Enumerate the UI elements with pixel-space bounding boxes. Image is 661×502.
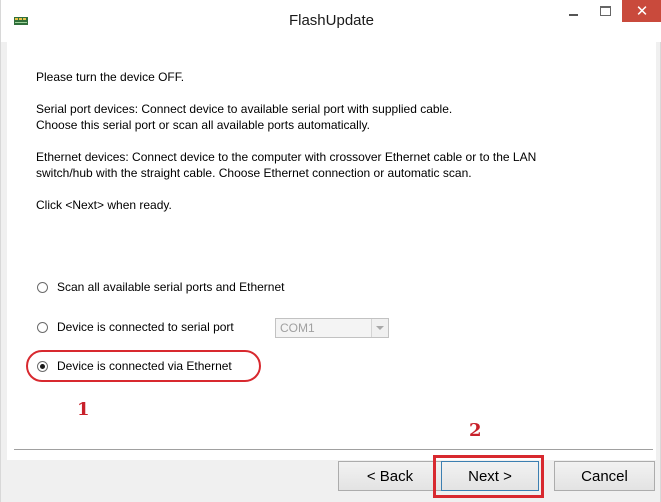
chevron-down-icon[interactable] — [371, 319, 388, 337]
option-serial-port[interactable]: Device is connected to serial port — [37, 318, 234, 336]
radio-scan-all[interactable] — [37, 281, 48, 293]
instruction-turn-off: Please turn the device OFF. — [36, 70, 185, 84]
annotation-step2-number: 2 — [469, 420, 482, 441]
annotation-rect-step2 — [433, 455, 544, 498]
radio-serial-port[interactable] — [37, 321, 48, 333]
option-scan-all[interactable]: Scan all available serial ports and Ethe… — [37, 278, 284, 296]
close-icon: ✕ — [635, 2, 649, 20]
annotation-step1-number: 1 — [77, 399, 90, 420]
option-serial-port-label: Device is connected to serial port — [57, 320, 234, 334]
instruction-ethernet-2: switch/hub with the straight cable. Choo… — [36, 166, 472, 180]
serial-port-select[interactable]: COM1 — [275, 318, 389, 338]
option-scan-all-label: Scan all available serial ports and Ethe… — [57, 280, 285, 294]
instruction-click-next: Click <Next> when ready. — [36, 198, 172, 212]
flashupdate-window: FlashUpdate ✕ Please turn the device OFF… — [0, 0, 661, 502]
minimize-button[interactable] — [559, 0, 589, 22]
cancel-button[interactable]: Cancel — [554, 461, 655, 491]
wizard-panel: Please turn the device OFF. Serial port … — [7, 42, 656, 460]
maximize-button[interactable] — [592, 0, 620, 22]
instruction-serial-2: Choose this serial port or scan all avai… — [36, 118, 370, 132]
instruction-ethernet-1: Ethernet devices: Connect device to the … — [36, 150, 537, 164]
close-button[interactable]: ✕ — [622, 0, 661, 22]
annotation-ellipse-step1 — [26, 350, 261, 382]
back-button[interactable]: < Back — [338, 461, 442, 491]
serial-port-value: COM1 — [280, 321, 315, 335]
instruction-serial-1: Serial port devices: Connect device to a… — [36, 102, 453, 116]
button-separator — [14, 449, 653, 451]
title-bar[interactable]: FlashUpdate ✕ — [1, 0, 661, 42]
